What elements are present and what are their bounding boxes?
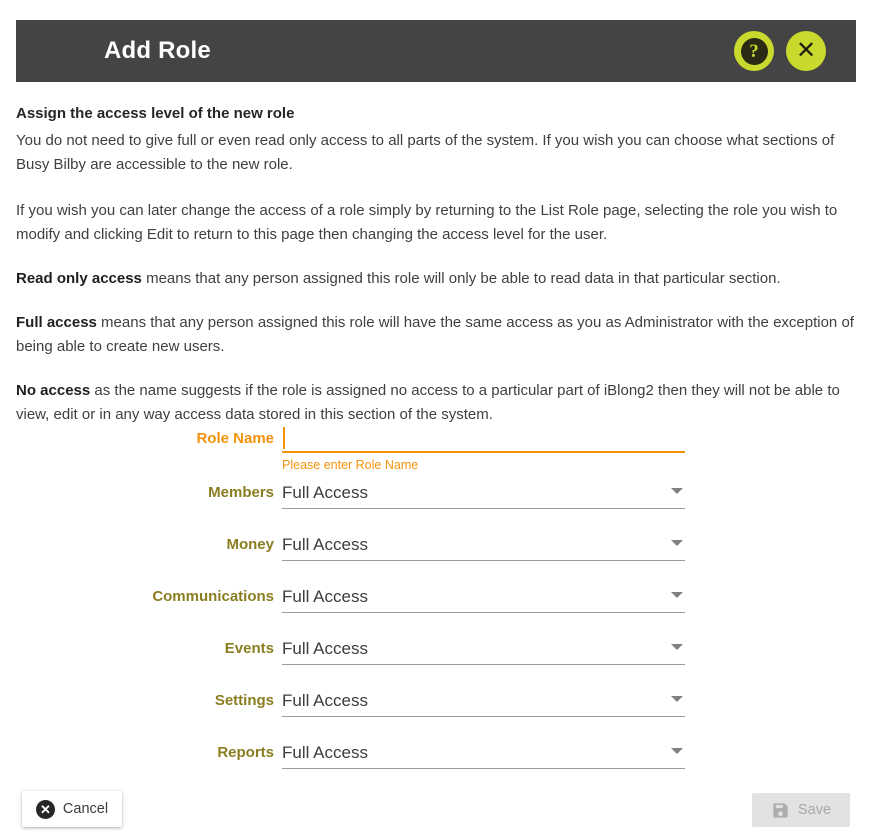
communications-select[interactable]: Full Access	[282, 583, 685, 613]
chevron-down-icon	[671, 696, 683, 702]
circle-x-icon: ✕	[35, 799, 55, 819]
money-select[interactable]: Full Access	[282, 531, 685, 561]
field-row-members: Members Full Access	[0, 479, 872, 509]
body-paragraph-1: You do not need to give full or even rea…	[16, 129, 856, 177]
paragraph-bold-lead: Full access	[16, 314, 97, 332]
role-name-control: Please enter Role Name	[282, 425, 685, 473]
page-title: Add Role	[104, 37, 211, 64]
events-label: Events	[224, 640, 274, 657]
field-row-role-name: Role Name Please enter Role Name	[0, 425, 872, 473]
settings-control: Full Access	[282, 687, 685, 717]
money-control: Full Access	[282, 531, 685, 561]
settings-select-value: Full Access	[282, 690, 368, 710]
members-control: Full Access	[282, 479, 685, 509]
money-select-value: Full Access	[282, 534, 368, 554]
reports-select[interactable]: Full Access	[282, 739, 685, 769]
body-paragraph-full-access: Full access means that any person assign…	[16, 311, 856, 359]
dialog-titlebar: Add Role ? ✕	[16, 20, 856, 82]
paragraph-text: If you wish you can later change the acc…	[16, 202, 838, 244]
paragraph-text: as the name suggests if the role is assi…	[16, 382, 840, 424]
field-row-communications: Communications Full Access	[0, 583, 872, 613]
titlebar-actions: ? ✕	[734, 31, 826, 71]
members-label: Members	[208, 484, 274, 501]
dialog-body-text: Assign the access level of the new role …	[16, 102, 856, 427]
question-mark-icon: ?	[740, 37, 768, 65]
cancel-button-label: Cancel	[62, 801, 109, 817]
chevron-down-icon	[671, 488, 683, 494]
text-cursor-icon	[283, 427, 285, 449]
events-select[interactable]: Full Access	[282, 635, 685, 665]
role-form: Role Name Please enter Role Name Members…	[0, 425, 872, 779]
paragraph-text: means that any person assigned this role…	[141, 270, 781, 288]
role-name-error-message: Please enter Role Name	[282, 458, 419, 472]
role-name-input[interactable]	[282, 425, 685, 451]
communications-select-value: Full Access	[282, 586, 368, 606]
save-button[interactable]: Save	[752, 793, 850, 827]
chevron-down-icon	[671, 644, 683, 650]
close-icon: ✕	[795, 37, 817, 64]
reports-control: Full Access	[282, 739, 685, 769]
paragraph-text: You do not need to give full or even rea…	[16, 132, 835, 174]
field-row-settings: Settings Full Access	[0, 687, 872, 717]
help-button[interactable]: ?	[734, 31, 774, 71]
events-select-value: Full Access	[282, 638, 368, 658]
communications-label: Communications	[152, 588, 274, 605]
chevron-down-icon	[671, 540, 683, 546]
communications-control: Full Access	[282, 583, 685, 613]
paragraph-bold-lead: Read only access	[16, 270, 142, 288]
events-control: Full Access	[282, 635, 685, 665]
body-heading: Assign the access level of the new role	[16, 105, 295, 122]
chevron-down-icon	[671, 592, 683, 598]
field-row-events: Events Full Access	[0, 635, 872, 665]
role-name-input-wrap[interactable]	[282, 425, 685, 453]
floppy-disk-icon	[771, 801, 790, 820]
reports-label: Reports	[217, 744, 274, 761]
members-select[interactable]: Full Access	[282, 479, 685, 509]
field-row-reports: Reports Full Access	[0, 739, 872, 769]
paragraph-bold-lead: No access	[16, 382, 91, 400]
role-name-label: Role Name	[196, 430, 274, 447]
money-label: Money	[226, 536, 274, 553]
settings-label: Settings	[214, 692, 274, 709]
body-paragraph-read-only: Read only access means that any person a…	[16, 267, 856, 291]
settings-select[interactable]: Full Access	[282, 687, 685, 717]
field-row-money: Money Full Access	[0, 531, 872, 561]
members-select-value: Full Access	[282, 482, 368, 502]
chevron-down-icon	[671, 748, 683, 754]
close-button[interactable]: ✕	[786, 31, 826, 71]
save-button-label: Save	[797, 802, 832, 818]
cancel-button[interactable]: ✕ Cancel	[22, 791, 122, 827]
reports-select-value: Full Access	[282, 742, 368, 762]
paragraph-text: means that any person assigned this role…	[16, 314, 854, 356]
body-paragraph-no-access: No access as the name suggests if the ro…	[16, 379, 856, 427]
body-paragraph-2: If you wish you can later change the acc…	[16, 199, 856, 247]
